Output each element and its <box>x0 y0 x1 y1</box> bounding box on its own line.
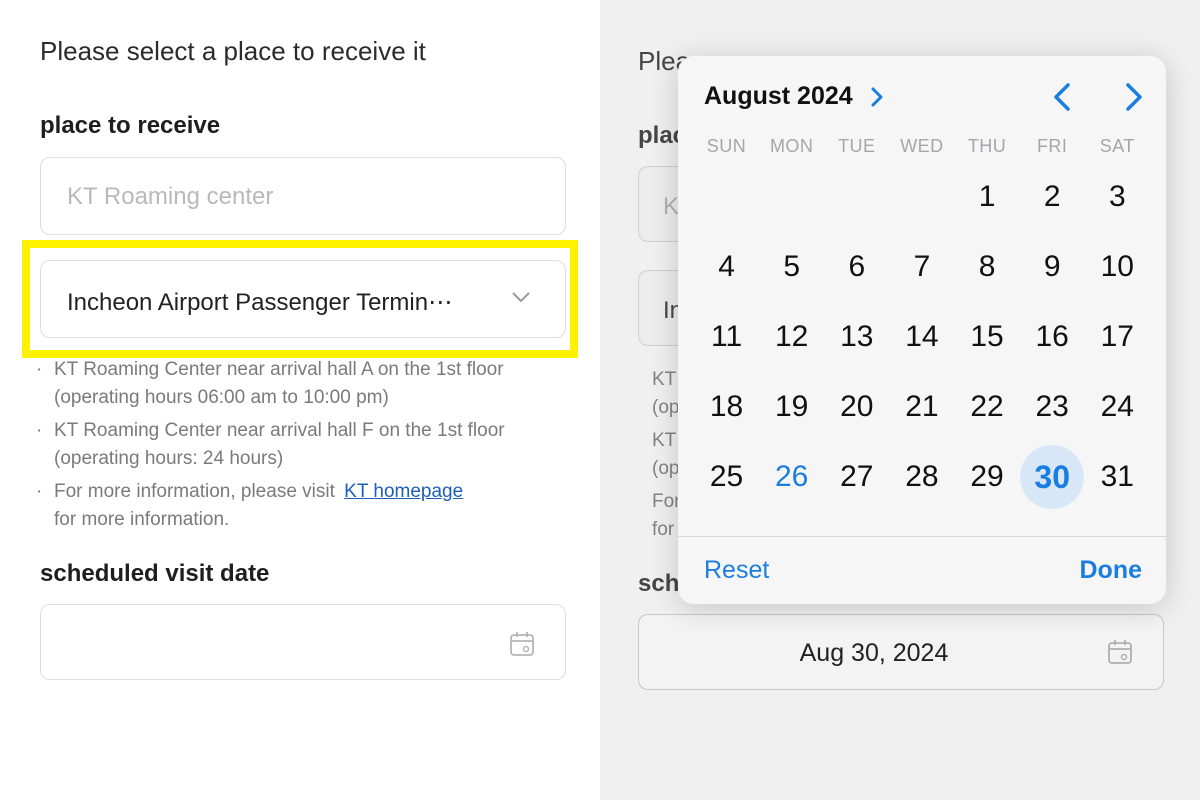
roaming-center-field[interactable]: KT Roaming center <box>40 157 566 235</box>
note-line: (operating hours: 24 hours) <box>54 448 284 469</box>
calendar-day[interactable]: 31 <box>1085 442 1150 512</box>
calendar-day[interactable]: 19 <box>759 372 824 442</box>
calendar-day[interactable]: 2 <box>1020 162 1085 232</box>
day-grid: 1 2 3 4 5 6 7 8 9 10 11 12 13 14 15 16 17 18 19 20 21 22 23 24 2… <box>694 162 1150 512</box>
visit-date-field[interactable] <box>40 604 566 680</box>
note-item: · KT Roaming Center near arrival hall F … <box>36 417 556 473</box>
calendar-empty-cell <box>759 162 824 232</box>
calendar-day[interactable]: 11 <box>694 302 759 372</box>
calendar-day[interactable]: 20 <box>824 372 889 442</box>
calendar-day-selected[interactable]: 30 <box>1020 442 1085 512</box>
place-to-receive-label: place to receive <box>40 112 221 139</box>
note-line: KT Roaming Center near arrival hall F on… <box>54 420 505 441</box>
calendar-day[interactable]: 1 <box>955 162 1020 232</box>
calendar-day[interactable]: 23 <box>1020 372 1085 442</box>
calendar-day[interactable]: 4 <box>694 232 759 302</box>
calendar-icon <box>1108 640 1132 664</box>
calendar-day[interactable]: 8 <box>955 232 1020 302</box>
calendar-icon <box>510 632 534 656</box>
calendar-day[interactable]: 18 <box>694 372 759 442</box>
location-notes: · KT Roaming Center near arrival hall A … <box>36 356 556 539</box>
ghost-notes: KT (op KT (op For for <box>652 369 681 540</box>
chevron-down-icon <box>512 292 530 303</box>
note-item: · KT Roaming Center near arrival hall A … <box>36 356 556 412</box>
calendar-day[interactable]: 15 <box>955 302 1020 372</box>
calendar-day[interactable]: 13 <box>824 302 889 372</box>
weekday-header: SUN MON TUE WED THU FRI SAT <box>694 136 1150 157</box>
month-title[interactable]: August 2024 <box>704 82 853 111</box>
weekday-label: THU <box>967 136 1007 156</box>
calendar-day[interactable]: 16 <box>1020 302 1085 372</box>
note-line: For more information, please visit <box>54 481 335 502</box>
kt-homepage-link[interactable]: KT homepage <box>344 481 463 502</box>
calendar-day[interactable]: 26 <box>759 442 824 512</box>
calendar-day[interactable]: 21 <box>889 372 954 442</box>
terminal-dropdown[interactable]: Incheon Airport Passenger Termin⋯ <box>40 260 566 338</box>
calendar-day[interactable]: 28 <box>889 442 954 512</box>
visit-date-value: Aug 30, 2024 <box>799 639 949 667</box>
previous-month-icon[interactable] <box>1050 82 1076 112</box>
place-selection-form: Please select a place to receive it plac… <box>0 0 600 800</box>
calendar-day[interactable]: 24 <box>1085 372 1150 442</box>
calendar-day[interactable]: 22 <box>955 372 1020 442</box>
note-line: for more information. <box>54 509 230 530</box>
calendar-day[interactable]: 10 <box>1085 232 1150 302</box>
calendar-empty-cell <box>694 162 759 232</box>
weekday-label: SUN <box>706 136 747 156</box>
calendar-day[interactable]: 9 <box>1020 232 1085 302</box>
roaming-center-placeholder: KT Roaming center <box>67 183 274 210</box>
calendar-empty-cell <box>889 162 954 232</box>
calendar-day[interactable]: 17 <box>1085 302 1150 372</box>
weekday-label: MON <box>769 136 814 156</box>
page-heading: Please select a place to receive it <box>40 36 426 66</box>
weekday-label: WED <box>900 136 944 156</box>
calendar-day[interactable]: 3 <box>1085 162 1150 232</box>
visit-date-label: scheduled visit date <box>40 560 270 587</box>
note-line: KT Roaming Center near arrival hall A on… <box>54 359 504 380</box>
calendar-day[interactable]: 5 <box>759 232 824 302</box>
calendar-day[interactable]: 29 <box>955 442 1020 512</box>
terminal-dropdown-value: Incheon Airport Passenger Termin⋯ <box>67 289 453 316</box>
calendar-empty-cell <box>824 162 889 232</box>
done-button[interactable]: Done <box>1080 556 1143 585</box>
selected-day-label: 30 <box>1034 458 1070 495</box>
calendar-day[interactable]: 25 <box>694 442 759 512</box>
calendar-day[interactable]: 27 <box>824 442 889 512</box>
calendar-popup: August 2024 SUN MON TUE WED THU FRI SAT … <box>678 56 1166 604</box>
note-line: (operating hours 06:00 am to 10:00 pm) <box>54 387 389 408</box>
weekday-label: SAT <box>1099 136 1135 156</box>
date-picker-screen: Plea plac K In KT (op KT (op For for sch… <box>600 0 1200 800</box>
note-item: · For more information, please visit KT … <box>36 478 556 534</box>
calendar-day[interactable]: 7 <box>889 232 954 302</box>
calendar-day[interactable]: 6 <box>824 232 889 302</box>
weekday-label: FRI <box>1036 136 1068 156</box>
calendar-day[interactable]: 12 <box>759 302 824 372</box>
divider <box>678 536 1166 537</box>
weekday-label: TUE <box>838 136 876 156</box>
calendar-day[interactable]: 14 <box>889 302 954 372</box>
chevron-right-icon[interactable] <box>870 86 884 108</box>
reset-button[interactable]: Reset <box>704 556 769 585</box>
next-month-icon[interactable] <box>1120 82 1146 112</box>
visit-date-field-filled[interactable]: Aug 30, 2024 <box>638 614 1164 690</box>
